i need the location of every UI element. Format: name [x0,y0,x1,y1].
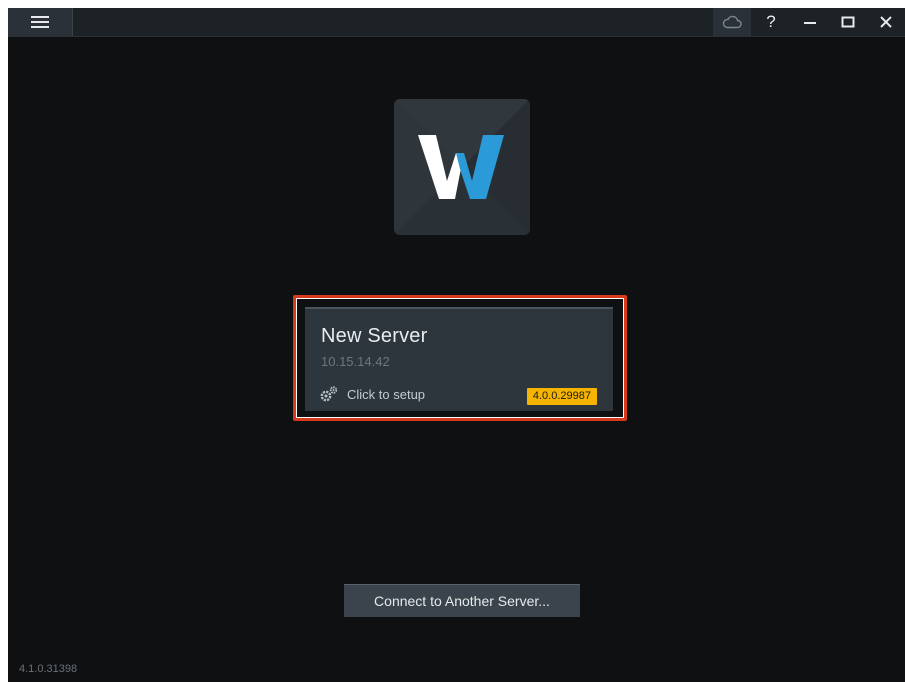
server-ip: 10.15.14.42 [321,354,390,369]
gears-icon [320,386,338,402]
app-window: ? New Server 10.15.14.42 Click to setup … [8,8,905,682]
server-version-badge: 4.0.0.29987 [526,388,597,405]
maximize-icon [841,16,855,28]
hamburger-menu-icon [31,16,49,28]
main-menu-button[interactable] [8,8,72,36]
title-bar: ? [8,8,905,37]
title-bar-controls: ? [713,8,905,36]
server-name: New Server [321,325,428,347]
w-logo-icon [394,99,530,235]
title-bar-divider [72,8,73,36]
close-button[interactable] [867,8,905,36]
server-card[interactable]: New Server 10.15.14.42 Click to setup 4.… [305,307,613,411]
maximize-button[interactable] [829,8,867,36]
setup-label: Click to setup [347,386,426,402]
app-version-label: 4.1.0.31398 [19,663,78,675]
close-icon [880,16,892,28]
app-logo [394,99,530,235]
minimize-icon [804,22,816,24]
cloud-icon [722,15,742,29]
cloud-button[interactable] [713,8,751,36]
connect-to-another-server-button[interactable]: Connect to Another Server... [344,584,580,617]
help-icon: ? [766,12,776,31]
minimize-button[interactable] [791,8,829,36]
help-button[interactable]: ? [751,8,791,36]
setup-link[interactable]: Click to setup [319,385,425,403]
